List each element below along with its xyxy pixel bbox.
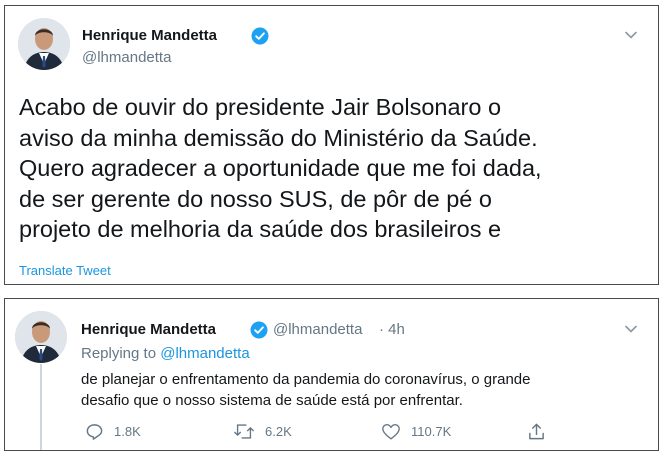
retweet-button[interactable]: 6.2K: [233, 421, 292, 441]
reply-count: 1.8K: [114, 423, 141, 439]
replying-to-label: Replying to: [81, 345, 157, 362]
tweet-text-line: de planejar o enfrentamento da pandemia …: [81, 371, 531, 388]
retweet-icon: [234, 423, 254, 439]
translate-tweet-link[interactable]: Translate Tweet: [19, 263, 111, 278]
reply-icon: [86, 423, 103, 440]
tweet-text-line: desafio que o nosso sistema de saúde est…: [81, 392, 463, 409]
author-handle[interactable]: @lhmandetta: [82, 49, 171, 66]
retweet-count: 6.2K: [265, 423, 292, 439]
author-handle[interactable]: @lhmandetta: [273, 321, 362, 338]
tweet-card-reply: Henrique Mandetta @lhmandetta · 4h Reply…: [4, 298, 659, 451]
avatar[interactable]: [18, 18, 70, 70]
avatar[interactable]: [15, 311, 67, 363]
replying-to: Replying to @lhmandetta: [81, 345, 250, 362]
share-button[interactable]: [527, 421, 556, 441]
thread-connector-line: [40, 364, 42, 450]
author-name[interactable]: Henrique Mandetta: [82, 27, 217, 44]
verified-badge-icon: [250, 321, 268, 339]
share-icon: [529, 423, 544, 439]
tweet-text-line: Quero agradecer a oportunidade que me fo…: [19, 155, 542, 181]
author-name[interactable]: Henrique Mandetta: [81, 321, 216, 338]
heart-icon: [382, 423, 400, 439]
tweet-text: Acabo de ouvir do presidente Jair Bolson…: [19, 92, 659, 245]
tweet-card-main: Henrique Mandetta @lhmandetta Acabo de o…: [4, 5, 659, 285]
tweet-text: de planejar o enfrentamento da pandemia …: [81, 369, 651, 411]
like-count: 110.7K: [411, 423, 452, 439]
verified-badge-icon: [251, 27, 269, 45]
chevron-down-icon[interactable]: [624, 30, 638, 40]
mention-link[interactable]: @lhmandetta: [160, 345, 249, 362]
like-button[interactable]: 110.7K: [381, 421, 451, 441]
tweet-text-line: projeto de melhoria da saúde dos brasile…: [19, 216, 502, 242]
tweet-text-line: de ser gerente do nosso SUS, de pôr de p…: [19, 185, 492, 212]
tweet-text-line: Acabo de ouvir do presidente Jair Bolson…: [19, 94, 502, 120]
reply-button[interactable]: 1.8K: [85, 421, 141, 441]
timestamp[interactable]: · 4h: [379, 321, 405, 338]
tweet-text-line: aviso da minha demissão do Ministério da…: [19, 124, 538, 151]
chevron-down-icon[interactable]: [624, 324, 638, 334]
